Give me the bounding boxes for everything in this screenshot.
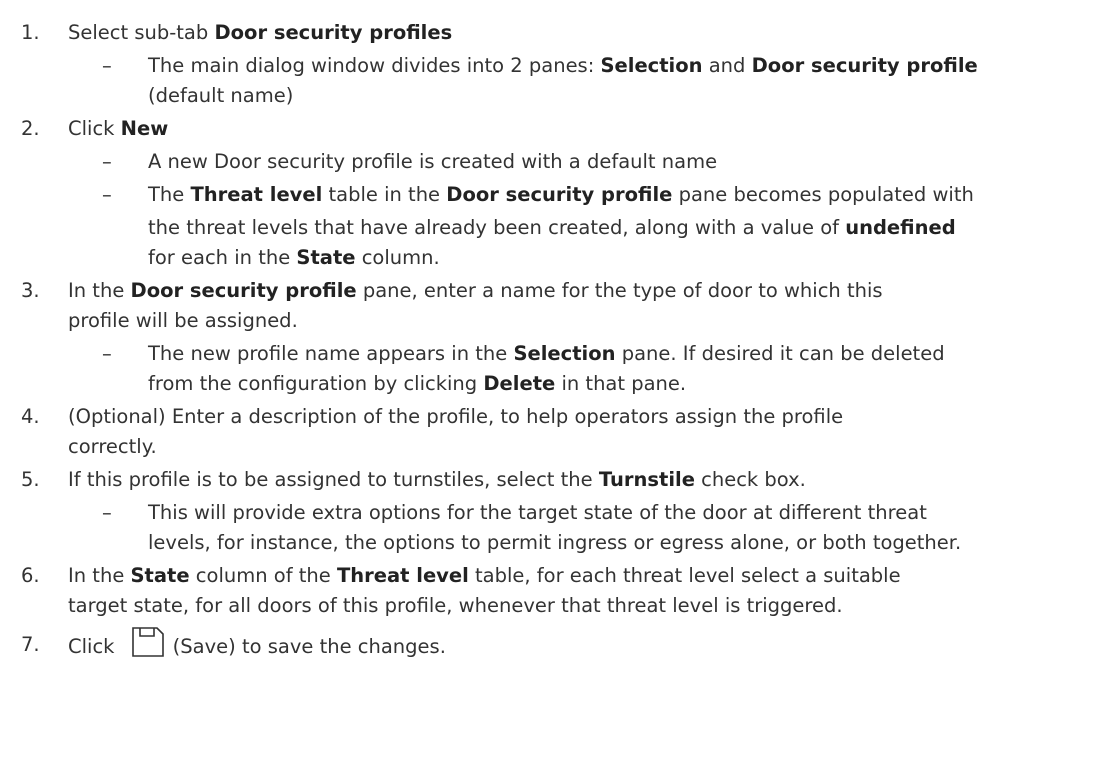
bold-term: Threat level <box>336 564 469 587</box>
step-text: Select sub-tab Door security profiles <box>68 18 452 48</box>
text-run: If this profile is to be assigned to tur… <box>68 468 599 491</box>
step-text: target state, for all doors of this prof… <box>68 591 843 621</box>
sub-bullet-text: the threat levels that have already been… <box>148 213 956 243</box>
text-run: (Optional) Enter a description of the pr… <box>68 405 844 428</box>
text-run: levels, for instance, the options to per… <box>148 531 962 554</box>
bold-term: Turnstile <box>598 468 695 491</box>
save-icon <box>131 626 165 658</box>
step-number: 5. <box>21 468 40 491</box>
text-run: pane, enter a name for the type of door … <box>356 279 883 302</box>
step-number: 7. <box>21 633 40 656</box>
bold-term: New <box>120 117 169 140</box>
sub-bullet-text: A new Door security profile is created w… <box>148 147 717 177</box>
bold-term: State <box>296 246 356 269</box>
text-run: for each in the <box>148 246 297 269</box>
text-run: column. <box>355 246 440 269</box>
dash-bullet: – <box>102 342 112 365</box>
dash-bullet: – <box>102 183 112 206</box>
text-run: The <box>148 183 191 206</box>
bold-term: Selection <box>513 342 616 365</box>
text-run: and <box>702 54 752 77</box>
step-text: correctly. <box>68 432 157 462</box>
step-text: In the Door security profile pane, enter… <box>68 276 883 306</box>
text-run: column of the <box>189 564 337 587</box>
bold-term: Threat level <box>190 183 323 206</box>
step-text: profile will be assigned. <box>68 306 298 336</box>
text-run: Click <box>68 635 121 658</box>
bold-term: Selection <box>600 54 703 77</box>
text-run: Click <box>68 117 121 140</box>
text-run: profile will be assigned. <box>68 309 298 332</box>
step-number: 3. <box>21 279 40 302</box>
text-run: Select sub-tab <box>68 21 215 44</box>
procedure-document: 1. Select sub-tab Door security profiles –… <box>0 0 1119 761</box>
bold-term: undefined <box>845 216 956 239</box>
text-run: The main dialog window divides into 2 pa… <box>148 54 601 77</box>
step-text: If this profile is to be assigned to tur… <box>68 465 806 495</box>
step-text: (Optional) Enter a description of the pr… <box>68 402 843 432</box>
dash-bullet: – <box>102 54 112 77</box>
sub-bullet-text: The Threat level table in the Door secur… <box>148 180 974 210</box>
bold-term: Delete <box>483 372 556 395</box>
step-text: Click (Save) to save the changes. <box>68 627 446 662</box>
step-number: 4. <box>21 405 40 428</box>
dash-bullet: – <box>102 150 112 173</box>
text-run: from the configuration by clicking <box>148 372 484 395</box>
step-text: Click New <box>68 114 168 144</box>
text-run: In the <box>68 279 131 302</box>
text-run: (Save) to save the changes. <box>172 635 446 658</box>
sub-bullet-text: (default name) <box>148 81 293 111</box>
sub-bullet-text: levels, for instance, the options to per… <box>148 528 961 558</box>
text-run: (default name) <box>148 84 294 107</box>
step-text: In the State column of the Threat level … <box>68 561 901 591</box>
step-number: 1. <box>21 21 40 44</box>
step-number: 6. <box>21 564 40 587</box>
text-run: This will provide extra options for the … <box>148 501 927 524</box>
text-run: pane. If desired it can be deleted <box>615 342 945 365</box>
text-run: pane becomes populated with <box>672 183 974 206</box>
text-run: A new Door security profile is created w… <box>148 150 718 173</box>
sub-bullet-text: from the configuration by clicking Delet… <box>148 369 686 399</box>
text-run: table, for each threat level select a su… <box>468 564 901 587</box>
dash-bullet: – <box>102 501 112 524</box>
text-run: In the <box>68 564 131 587</box>
bold-term: Door security profiles <box>214 21 453 44</box>
sub-bullet-text: This will provide extra options for the … <box>148 498 927 528</box>
step-number: 2. <box>21 117 40 140</box>
sub-bullet-text: The main dialog window divides into 2 pa… <box>148 51 978 81</box>
bold-term: Door security profile <box>751 54 978 77</box>
text-run: the threat levels that have already been… <box>148 216 846 239</box>
text-run: check box. <box>694 468 806 491</box>
text-run: correctly. <box>68 435 157 458</box>
text-run: target state, for all doors of this prof… <box>68 594 843 617</box>
bold-term: State <box>130 564 190 587</box>
bold-term: Door security profile <box>130 279 357 302</box>
bold-term: Door security profile <box>446 183 673 206</box>
text-run: in that pane. <box>555 372 687 395</box>
sub-bullet-text: The new profile name appears in the Sele… <box>148 339 945 369</box>
text-run: table in the <box>322 183 447 206</box>
text-run: The new profile name appears in the <box>148 342 514 365</box>
sub-bullet-text: for each in the State column. <box>148 243 440 273</box>
